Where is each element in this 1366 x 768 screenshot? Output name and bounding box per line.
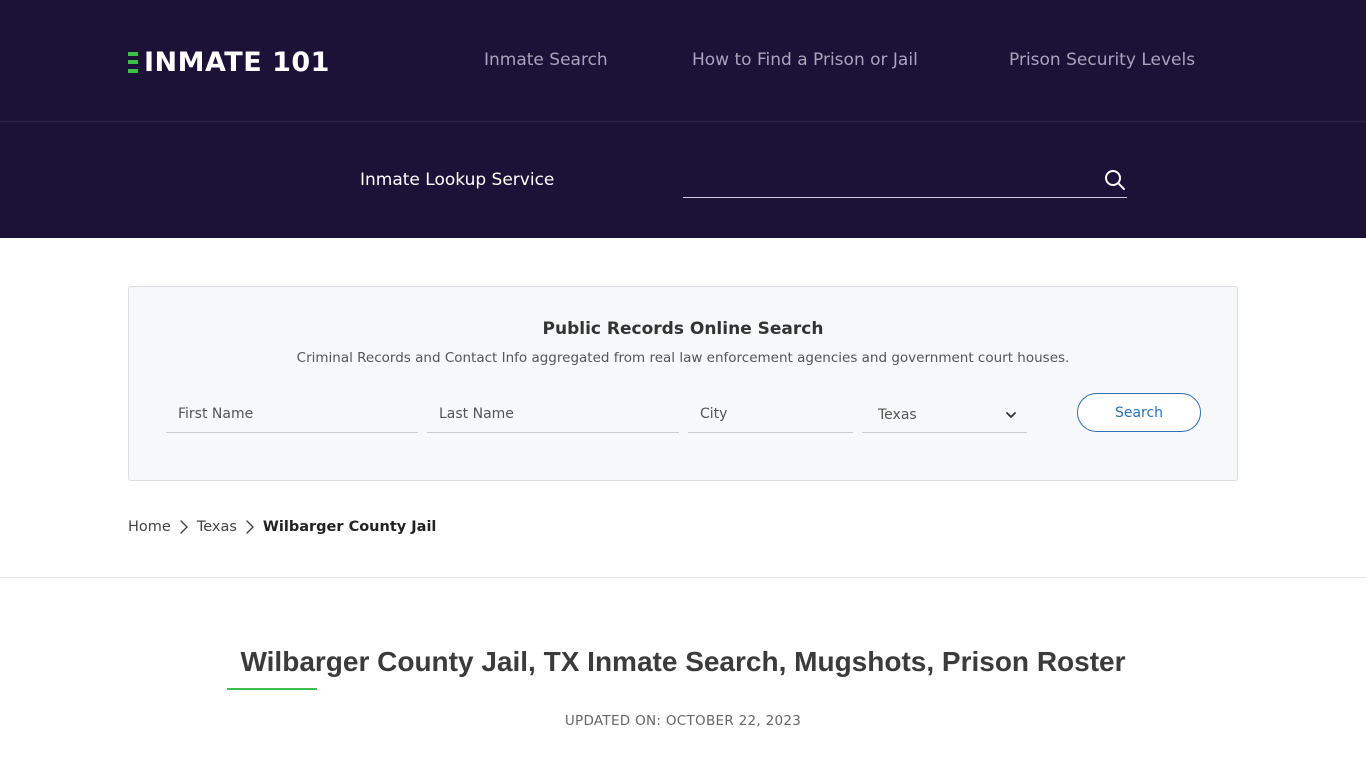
title-underline: [227, 688, 317, 690]
records-title: Public Records Online Search: [542, 319, 824, 339]
section-divider: [0, 577, 1366, 578]
page-title: Wilbarger County Jail, TX Inmate Search,…: [240, 646, 1126, 677]
last-name-input[interactable]: [427, 397, 679, 431]
nav-security-levels[interactable]: Prison Security Levels: [1009, 50, 1195, 70]
chevron-right-icon: [246, 520, 254, 534]
breadcrumb: Home Texas Wilbarger County Jail: [128, 519, 436, 535]
logo-text: INMATE 101: [144, 46, 330, 78]
nav-bar: INMATE 101 Inmate Search How to Find a P…: [0, 0, 1366, 122]
breadcrumb-state[interactable]: Texas: [197, 519, 237, 535]
lookup-label: Inmate Lookup Service: [360, 170, 555, 190]
city-input[interactable]: [688, 397, 853, 431]
chevron-right-icon: [180, 520, 188, 534]
updated-date: UPDATED ON: OCTOBER 22, 2023: [564, 713, 802, 729]
header: INMATE 101 Inmate Search How to Find a P…: [0, 0, 1366, 238]
state-select-value: Texas: [878, 406, 917, 423]
breadcrumb-current: Wilbarger County Jail: [262, 519, 437, 535]
first-name-input[interactable]: [166, 397, 418, 431]
records-search-button[interactable]: Search: [1077, 393, 1201, 432]
logo-bars-icon: [128, 51, 138, 73]
state-select[interactable]: Texas: [862, 397, 1027, 433]
breadcrumb-home[interactable]: Home: [128, 519, 171, 535]
lookup-search-bar: [683, 162, 1127, 198]
nav-inmate-search[interactable]: Inmate Search: [484, 50, 608, 70]
lookup-search-input[interactable]: [683, 162, 1083, 196]
site-logo[interactable]: INMATE 101: [128, 44, 330, 80]
records-subtitle: Criminal Records and Contact Info aggreg…: [296, 350, 1070, 366]
search-icon[interactable]: [1103, 168, 1127, 192]
city-field: [688, 397, 853, 433]
chevron-down-icon: [1006, 411, 1016, 418]
last-name-field: [427, 397, 679, 433]
public-records-search: Public Records Online Search Criminal Re…: [128, 286, 1238, 481]
first-name-field: [166, 397, 418, 433]
nav-find-prison[interactable]: How to Find a Prison or Jail: [692, 50, 918, 70]
